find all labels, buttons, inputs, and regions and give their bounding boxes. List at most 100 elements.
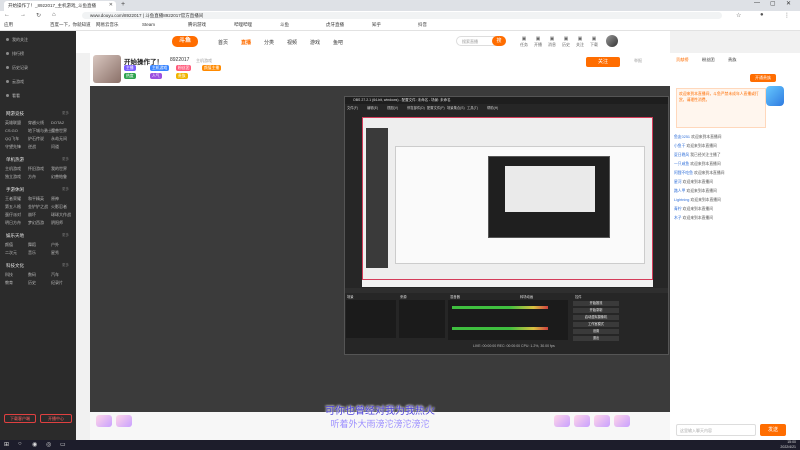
rank-tab[interactable]: 粉丝团 xyxy=(702,57,715,63)
sidebar-category-link[interactable]: 音乐 xyxy=(28,250,36,256)
header-icon-3[interactable]: ▣ 历史 xyxy=(560,36,572,48)
sidebar-category-link[interactable]: 主机游戏 xyxy=(5,166,21,172)
windows-start-icon[interactable]: ⊞ xyxy=(4,441,9,448)
taskbar-obs-icon[interactable]: ◎ xyxy=(46,441,51,448)
sidebar-top-item[interactable]: 云游戏 xyxy=(6,79,24,85)
sidebar-category-link[interactable]: 梦幻西游 xyxy=(28,220,44,226)
sidebar-category-link[interactable]: 颜值 xyxy=(5,242,13,248)
sidebar-category-link[interactable]: 第五人格 xyxy=(5,204,21,210)
sidebar-category-link[interactable]: 数码 xyxy=(28,272,36,278)
nav-item-0[interactable]: 首页 xyxy=(218,39,228,46)
header-icon-5[interactable]: ▣ 下载 xyxy=(588,36,600,48)
sidebar-category-link[interactable]: 炉石传说 xyxy=(28,136,44,142)
chat-username[interactable]: Lightning xyxy=(674,198,689,202)
sidebar-section-more[interactable]: 更多 xyxy=(62,263,69,268)
chat-username[interactable]: 星河 xyxy=(674,180,682,184)
site-logo[interactable]: 斗鱼 xyxy=(172,36,198,47)
forward-icon[interactable]: → xyxy=(20,12,26,18)
streamer-avatar[interactable] xyxy=(93,55,121,83)
taskbar-folder-icon[interactable]: ▭ xyxy=(60,441,66,448)
live-center-button[interactable]: 开播中心 xyxy=(40,414,72,423)
sidebar-category-link[interactable]: 二次元 xyxy=(5,250,17,256)
close-window-button[interactable]: ✕ xyxy=(786,0,791,7)
new-tab-button[interactable]: + xyxy=(121,1,125,8)
obs-menu-item[interactable]: 文件(F) xyxy=(347,105,358,110)
sidebar-category-link[interactable]: 独立游戏 xyxy=(5,174,21,180)
sidebar-category-link[interactable]: 问道 xyxy=(51,144,59,150)
chat-username[interactable]: 阿狸不吃鱼 xyxy=(674,171,693,175)
sidebar-category-link[interactable]: 球球大作战 xyxy=(51,212,71,218)
header-icon-0[interactable]: ▣ 任务 xyxy=(518,36,530,48)
home-icon[interactable]: ⌂ xyxy=(52,12,56,18)
sidebar-category-link[interactable]: 和平精英 xyxy=(28,196,44,202)
sidebar-category-link[interactable]: 舞蹈 xyxy=(28,242,36,248)
sidebar-category-link[interactable]: 教育 xyxy=(5,280,13,286)
bookmark-item[interactable]: 网易云音乐 xyxy=(96,22,119,28)
bookmark-item[interactable]: 应用 xyxy=(4,22,13,28)
obs-control-button[interactable]: 退出 xyxy=(573,336,619,341)
report-link[interactable]: 举报 xyxy=(634,58,642,64)
bookmark-item[interactable]: 腾讯游戏 xyxy=(188,22,206,28)
sidebar-section-more[interactable]: 更多 xyxy=(62,233,69,238)
obs-menu-item[interactable]: 配置文件(P) xyxy=(427,105,445,110)
obs-control-button[interactable]: 设置 xyxy=(573,329,619,334)
sidebar-category-link[interactable]: 金铲铲之战 xyxy=(28,204,48,210)
sidebar-category-link[interactable]: CS:GO xyxy=(5,128,18,133)
sidebar-category-link[interactable]: 汽车 xyxy=(51,272,59,278)
sidebar-category-link[interactable]: 穿越火线 xyxy=(28,120,44,126)
sidebar-category-link[interactable]: 魔兽世界 xyxy=(51,128,67,134)
back-icon[interactable]: ← xyxy=(4,12,10,18)
bookmark-item[interactable]: 哔哩哔哩 xyxy=(234,22,252,28)
follow-button[interactable]: 关注 xyxy=(586,57,620,67)
obs-menu-item[interactable]: 停靠部件(D) xyxy=(407,105,425,110)
sidebar-category-link[interactable]: 怀旧游戏 xyxy=(28,166,44,172)
sidebar-section-more[interactable]: 更多 xyxy=(62,157,69,162)
chat-username[interactable]: 小鱼干 xyxy=(674,144,685,148)
taskbar-search-icon[interactable]: ○ xyxy=(18,441,22,447)
chat-username[interactable]: 鱼友0251 xyxy=(674,135,690,139)
sidebar-category-link[interactable]: 阴阳师 xyxy=(51,220,63,226)
sidebar-category-link[interactable]: 户外 xyxy=(51,242,59,248)
header-icon-2[interactable]: ▣ 消息 xyxy=(546,36,558,48)
rank-tab[interactable]: 贵族 xyxy=(728,57,736,63)
sidebar-category-link[interactable]: 纪录片 xyxy=(51,280,63,286)
obs-menu-item[interactable]: 编辑(E) xyxy=(367,105,378,110)
mascot-icon[interactable] xyxy=(766,86,784,106)
nav-item-4[interactable]: 游戏 xyxy=(310,39,320,46)
nav-item-1[interactable]: 直播 xyxy=(241,39,251,46)
sidebar-category-link[interactable]: 守望先锋 xyxy=(5,144,21,150)
header-icon-1[interactable]: ▣ 开播 xyxy=(532,36,544,48)
sidebar-top-item[interactable]: 看看 xyxy=(6,93,20,99)
rank-tab[interactable]: 贡献榜 xyxy=(676,57,689,63)
menu-icon[interactable]: ⋮ xyxy=(784,12,790,19)
bookmark-item[interactable]: 虎牙直播 xyxy=(326,22,344,28)
maximize-button[interactable]: ▢ xyxy=(770,0,776,7)
url-field[interactable]: www.douyu.com/8922017 | 斗鱼直播8922017官方直播间 xyxy=(82,12,722,19)
chat-username[interactable]: 路人甲 xyxy=(674,189,685,193)
obs-control-button[interactable]: 启动虚拟摄像机 xyxy=(573,315,619,320)
vip-button[interactable]: 开通贵族 xyxy=(750,74,776,82)
browser-tab[interactable]: 开始操作了！_8922017_主机游戏_斗鱼直播 ✕ xyxy=(4,1,116,11)
scene-list[interactable] xyxy=(346,300,396,338)
nav-item-3[interactable]: 视频 xyxy=(287,39,297,46)
obs-menu-item[interactable]: 场景集合(S) xyxy=(447,105,465,110)
nav-item-2[interactable]: 分类 xyxy=(264,39,274,46)
sidebar-category-link[interactable]: 逆战 xyxy=(28,144,36,150)
bookmark-item[interactable]: 百度一下，你就知道 xyxy=(50,22,91,28)
chat-input[interactable]: 这里输入聊天内容 xyxy=(676,424,756,436)
sidebar-top-item[interactable]: 我的关注 xyxy=(6,37,28,43)
bookmark-item[interactable]: 抖音 xyxy=(418,22,427,28)
sidebar-category-link[interactable]: 王者荣耀 xyxy=(5,196,21,202)
user-avatar[interactable] xyxy=(606,35,618,47)
sidebar-category-link[interactable]: 永劫无间 xyxy=(51,136,67,142)
star-icon[interactable]: ☆ xyxy=(736,12,741,19)
sidebar-category-link[interactable]: 地下城与勇士 xyxy=(28,128,52,134)
obs-control-button[interactable]: 开始录制 xyxy=(573,308,619,313)
sidebar-top-item[interactable]: 历史记录 xyxy=(6,65,28,71)
source-list[interactable] xyxy=(399,300,445,338)
download-client-button[interactable]: 下载客户端 xyxy=(4,414,36,423)
sidebar-category-link[interactable]: 我的世界 xyxy=(51,166,67,172)
sidebar-category-link[interactable]: QQ飞车 xyxy=(5,136,19,142)
bookmark-item[interactable]: 斗鱼 xyxy=(280,22,289,28)
sidebar-top-item[interactable]: 排行榜 xyxy=(6,51,24,57)
